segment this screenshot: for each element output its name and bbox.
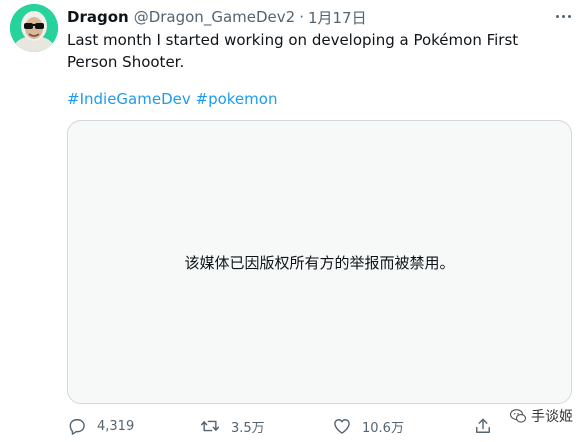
watermark-text: 手谈姬: [531, 409, 573, 425]
more-icon[interactable]: [553, 8, 573, 24]
share-icon: [476, 418, 490, 433]
share-button[interactable]: [473, 414, 493, 438]
display-name[interactable]: Dragon: [67, 8, 129, 26]
hashtag-link[interactable]: #pokemon: [196, 90, 278, 108]
tweet-header: Dragon @Dragon_GameDev2 · 1月17日: [67, 7, 367, 27]
separator-dot: ·: [299, 8, 304, 26]
reply-count: 4,319: [97, 418, 135, 434]
tweet-text: Last month I started working on developi…: [67, 31, 519, 71]
reply-icon: [69, 419, 85, 435]
timestamp[interactable]: 1月17日: [308, 7, 367, 28]
retweet-icon: [200, 420, 220, 432]
user-handle[interactable]: @Dragon_GameDev2: [134, 8, 295, 26]
retweet-button[interactable]: 3.5万: [199, 414, 265, 438]
heart-icon: [334, 419, 350, 434]
avatar[interactable]: [10, 4, 58, 52]
action-bar: 4,319 3.5万 10.6万: [67, 414, 577, 438]
media-disabled-notice: 该媒体已因版权所有方的举报而被禁用。: [184, 253, 455, 272]
like-count: 10.6万: [362, 420, 404, 436]
tweet: Dragon @Dragon_GameDev2 · 1月17日 Last mon…: [0, 0, 585, 442]
retweet-count: 3.5万: [231, 420, 265, 436]
chat-bubble-icon: [509, 409, 527, 423]
hashtag-list: #IndieGameDev #pokemon: [67, 88, 277, 110]
watermark: 手谈姬: [505, 404, 577, 428]
reply-button[interactable]: 4,319: [67, 414, 134, 438]
media-placeholder: 该媒体已因版权所有方的举报而被禁用。: [67, 120, 572, 404]
hashtag-link[interactable]: #IndieGameDev: [67, 90, 191, 108]
like-button[interactable]: 10.6万: [332, 414, 404, 438]
